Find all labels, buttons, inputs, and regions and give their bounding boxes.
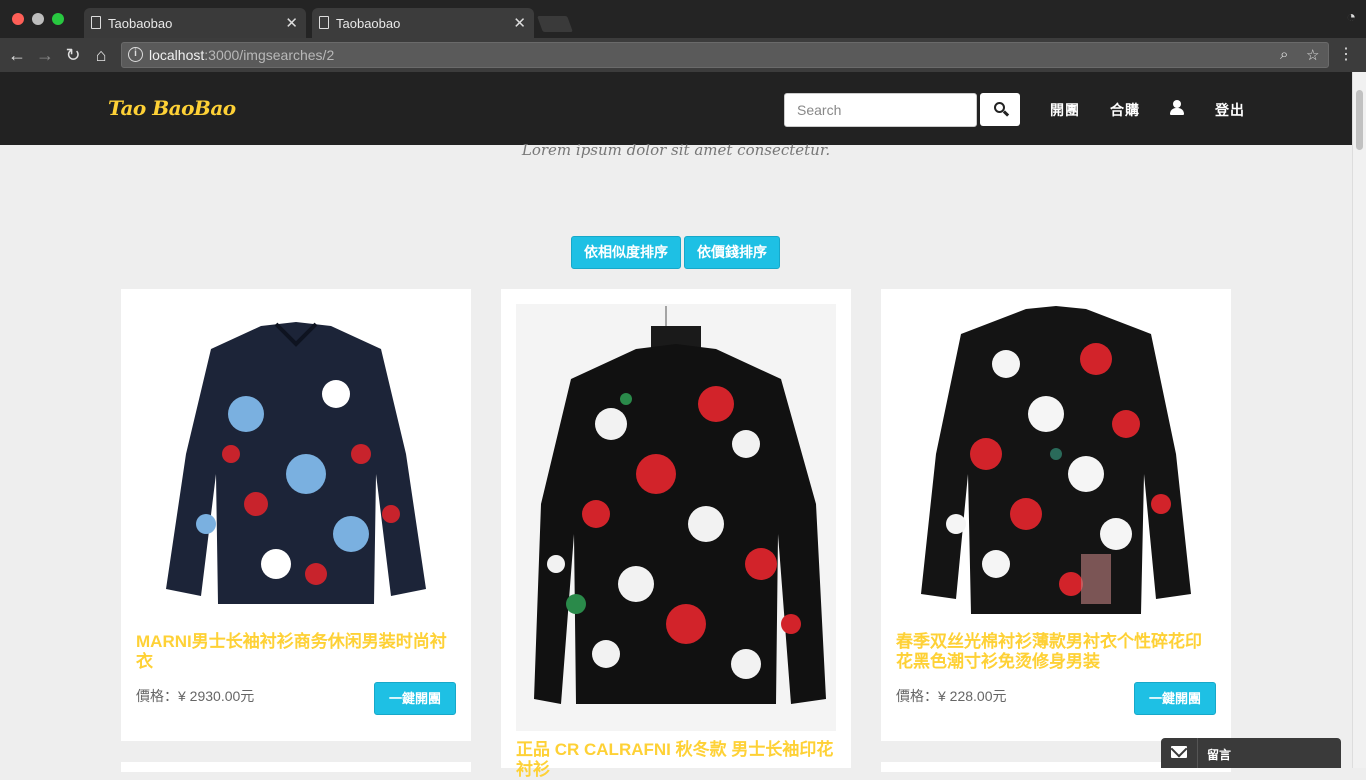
- browser-menu-icon[interactable]: ⋮: [1338, 44, 1354, 64]
- document-icon: [91, 16, 101, 29]
- nav-logout[interactable]: 登出: [1215, 100, 1245, 120]
- zoom-icon[interactable]: ⌕: [1280, 46, 1288, 63]
- product-price: 價格：¥ 2930.00元: [136, 688, 255, 704]
- browser-tab-1[interactable]: Taobaobao ✕: [84, 8, 306, 38]
- one-click-group-button[interactable]: 一鍵開團: [374, 682, 456, 715]
- nav-open-group[interactable]: 開團: [1050, 100, 1080, 120]
- new-tab-button[interactable]: [537, 16, 573, 32]
- one-click-group-button[interactable]: 一鍵開團: [1134, 682, 1216, 715]
- info-icon[interactable]: i: [128, 47, 143, 62]
- product-card: 正品 CR CALRAFNI 秋冬款 男士长袖印花衬衫: [501, 289, 851, 779]
- browser-toolbar: ← → ↻ ⌂ i localhost:3000/imgsearches/2 ⌕…: [0, 38, 1366, 72]
- page-scrollbar[interactable]: [1352, 72, 1366, 768]
- product-title[interactable]: 正品 CR CALRAFNI 秋冬款 男士长袖印花衬衫: [516, 740, 836, 780]
- incognito-icon: ◔: [1346, 9, 1356, 26]
- home-icon[interactable]: ⌂: [89, 43, 113, 67]
- browser-tab-2[interactable]: Taobaobao ✕: [312, 8, 534, 38]
- tab-close-icon[interactable]: ✕: [285, 14, 298, 32]
- user-icon[interactable]: [1170, 100, 1184, 116]
- shirt-image: [166, 322, 426, 604]
- product-title[interactable]: MARNI男士长袖衬衫商务休闲男装时尚衬衣: [136, 632, 456, 672]
- product-price: 價格：¥ 228.00元: [896, 688, 1007, 704]
- shirt-image: [534, 306, 826, 704]
- brand-logo[interactable]: Tao BaoBao: [108, 96, 236, 120]
- product-image[interactable]: [896, 304, 1216, 614]
- site-navbar: Tao BaoBao 開團 合購 登出: [0, 72, 1352, 145]
- section-subheading: Lorem ipsum dolor sit amet consectetur.: [521, 141, 831, 159]
- maximize-window-button[interactable]: [52, 13, 64, 25]
- sort-by-price-button[interactable]: 依價錢排序: [684, 236, 780, 269]
- minimize-window-button[interactable]: [32, 13, 44, 25]
- product-card: MARNI男士长袖衬衫商务休闲男装时尚衬衣 價格：¥ 2930.00元 一鍵開團: [121, 289, 471, 741]
- bookmark-star-icon[interactable]: ☆: [1306, 46, 1319, 64]
- search-button[interactable]: [980, 93, 1020, 126]
- sort-by-similarity-button[interactable]: 依相似度排序: [571, 236, 681, 269]
- url-text: localhost:3000/imgsearches/2: [149, 47, 335, 63]
- back-icon[interactable]: ←: [5, 43, 29, 67]
- tab-title: Taobaobao: [108, 15, 173, 31]
- address-bar[interactable]: i localhost:3000/imgsearches/2 ⌕ ☆: [121, 42, 1329, 68]
- tab-close-icon[interactable]: ✕: [513, 14, 526, 32]
- product-image[interactable]: [136, 304, 456, 614]
- product-title[interactable]: 春季双丝光棉衬衫薄款男衬衣个性碎花印花黑色潮寸衫免烫修身男装: [896, 632, 1216, 672]
- shirt-image: [921, 306, 1191, 614]
- close-window-button[interactable]: [12, 13, 24, 25]
- product-card: [121, 762, 471, 772]
- nav-group-buy[interactable]: 合購: [1110, 100, 1140, 120]
- reload-icon[interactable]: ↻: [61, 43, 85, 67]
- scrollbar-thumb[interactable]: [1356, 90, 1363, 150]
- product-image[interactable]: [516, 304, 836, 731]
- document-icon: [319, 16, 329, 29]
- mail-icon: [1171, 746, 1187, 758]
- search-input[interactable]: [784, 93, 977, 127]
- product-card: 春季双丝光棉衬衫薄款男衬衣个性碎花印花黑色潮寸衫免烫修身男装 價格：¥ 228.…: [881, 289, 1231, 741]
- tab-title: Taobaobao: [336, 15, 401, 31]
- message-label: 留言: [1207, 748, 1232, 762]
- message-widget[interactable]: 留言: [1161, 738, 1341, 768]
- forward-icon[interactable]: →: [33, 43, 57, 67]
- browser-tab-bar: Taobaobao ✕ Taobaobao ✕ ◔: [0, 0, 1366, 38]
